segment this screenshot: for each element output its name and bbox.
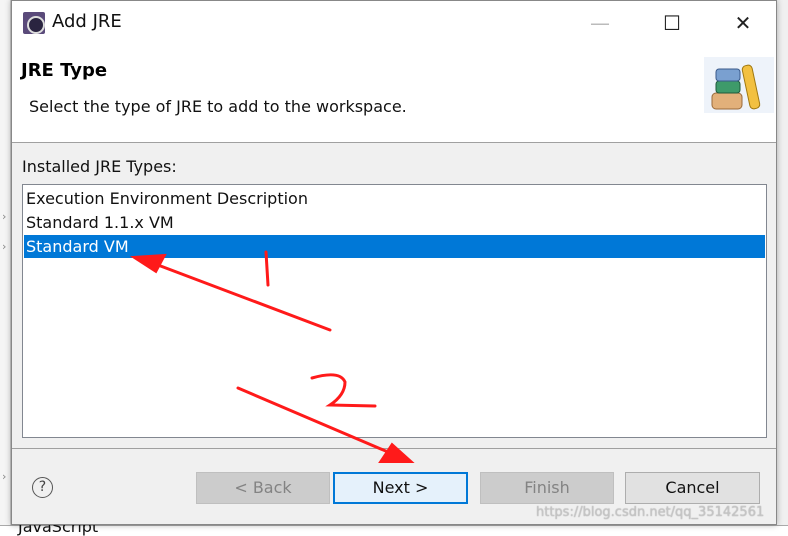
background-panel [0,525,788,536]
divider [12,448,776,449]
background-scrollbar [777,0,788,536]
jre-type-list[interactable]: Execution Environment Description Standa… [22,184,767,438]
title-bar: Add JRE — ☐ ✕ [12,1,776,45]
cancel-button[interactable]: Cancel [625,472,760,504]
page-title: JRE Type [21,60,108,81]
next-button[interactable]: Next > [333,472,468,504]
eclipse-icon [23,12,45,34]
help-button[interactable]: ? [32,477,53,498]
chevron-right-icon: › [2,470,7,483]
page-description: Select the type of JRE to add to the wor… [29,97,407,116]
maximize-button[interactable]: ☐ [652,9,692,37]
list-item-selected[interactable]: Standard VM [24,235,765,258]
list-item[interactable]: Execution Environment Description [24,187,765,210]
dialog-title: Add JRE [52,11,122,32]
chevron-right-icon: › [2,240,7,253]
background-tree: › › › [0,0,11,536]
watermark: https://blog.csdn.net/qq_35142561 [536,505,765,520]
add-jre-dialog: Add JRE — ☐ ✕ JRE Type Select the type o… [11,0,777,525]
finish-button[interactable]: Finish [480,472,614,504]
books-icon [704,57,774,113]
list-item[interactable]: Standard 1.1.x VM [24,211,765,234]
list-label: Installed JRE Types: [22,157,177,176]
close-button[interactable]: ✕ [723,9,763,37]
chevron-right-icon: › [2,210,7,223]
wizard-header: JRE Type Select the type of JRE to add t… [12,45,776,143]
back-button[interactable]: < Back [196,472,330,504]
minimize-button[interactable]: — [580,9,620,37]
